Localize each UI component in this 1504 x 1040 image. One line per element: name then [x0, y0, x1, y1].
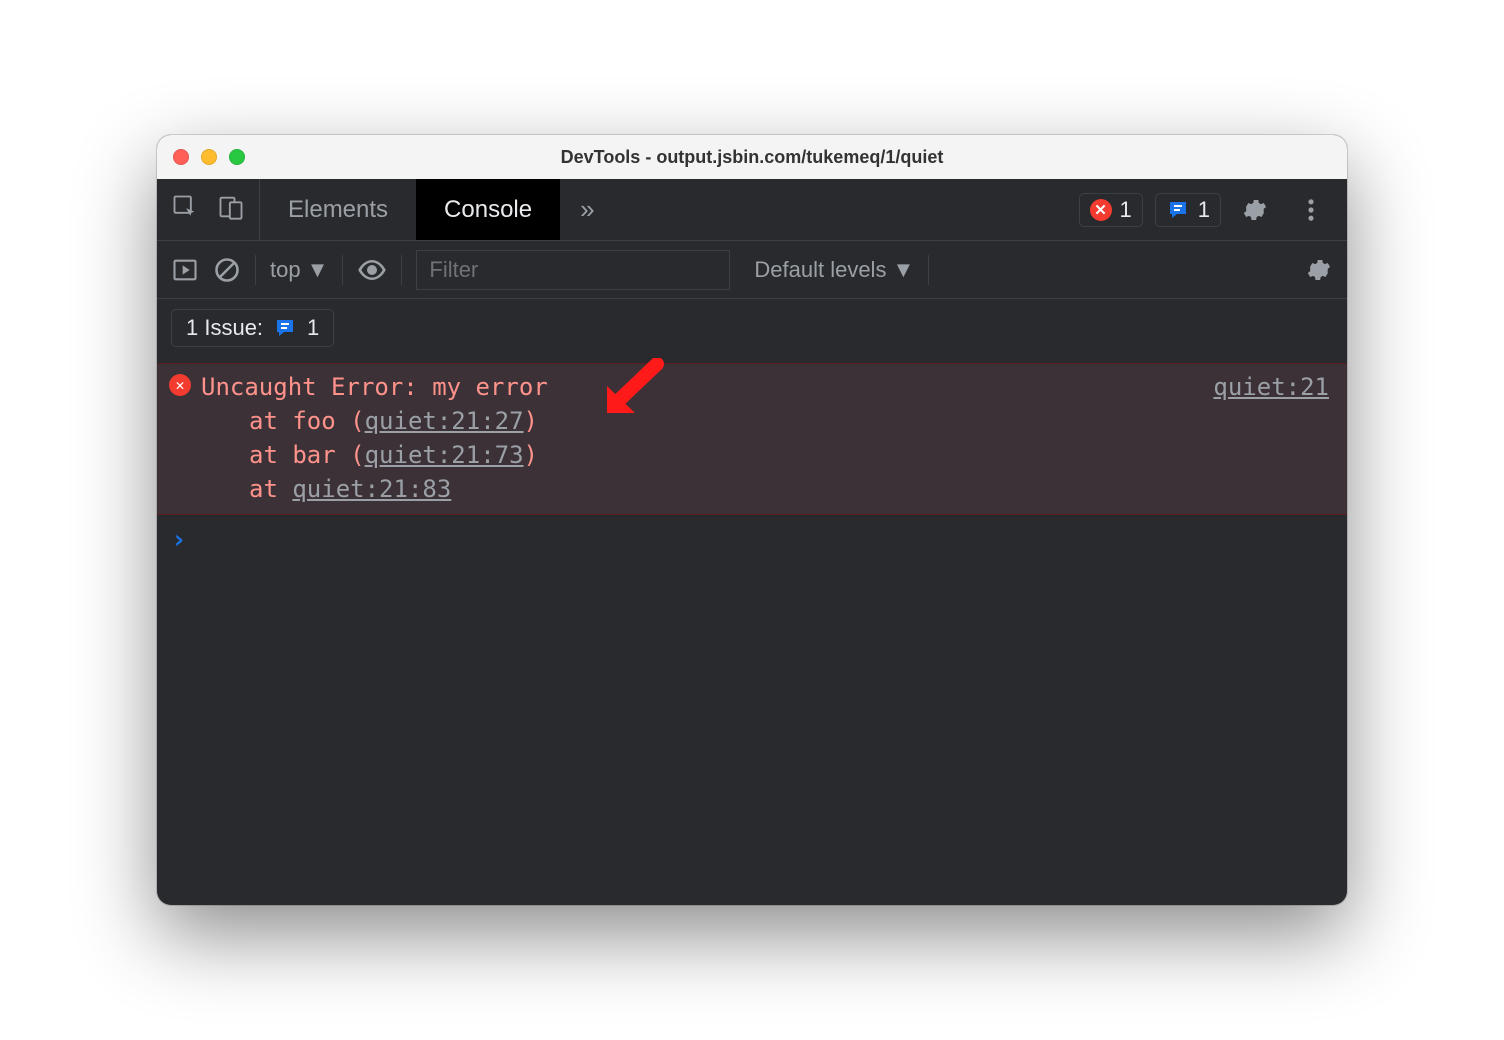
console-prompt[interactable]: ›	[157, 515, 1347, 565]
stack-frame: at foo (quiet:21:27)	[201, 404, 1329, 438]
console-toolbar: top ▼ Default levels ▼	[157, 241, 1347, 299]
stack-suffix: )	[524, 441, 538, 469]
kebab-icon	[1297, 196, 1325, 224]
stack-link[interactable]: quiet:21:83	[292, 475, 451, 503]
titlebar: DevTools - output.jsbin.com/tukemeq/1/qu…	[157, 135, 1347, 179]
more-tabs-button[interactable]: »	[560, 179, 614, 240]
issue-count-badge-top[interactable]: 1	[1155, 193, 1221, 227]
stack-suffix: )	[524, 407, 538, 435]
issues-badge[interactable]: 1 Issue: 1	[171, 309, 334, 347]
error-icon: ✕	[169, 374, 191, 396]
close-window-button[interactable]	[173, 149, 189, 165]
issue-count-top: 1	[1198, 197, 1210, 223]
devtools-window: DevTools - output.jsbin.com/tukemeq/1/qu…	[157, 135, 1347, 905]
divider	[342, 255, 343, 285]
divider	[255, 255, 256, 285]
issue-icon	[273, 316, 297, 340]
stack-prefix: at foo (	[249, 407, 365, 435]
inspect-tools	[157, 179, 260, 240]
error-count-badge[interactable]: ✕ 1	[1079, 193, 1143, 227]
stack-prefix: at	[249, 475, 292, 503]
issues-count: 1	[307, 315, 319, 341]
devtools-tabstrip: Elements Console » ✕ 1 1	[157, 179, 1347, 241]
issue-icon	[1166, 198, 1190, 222]
error-message: Uncaught Error: my error	[201, 370, 1329, 404]
stack-frame: at quiet:21:83	[201, 472, 1329, 506]
error-source-link[interactable]: quiet:21	[1213, 370, 1329, 404]
more-options-button[interactable]	[1289, 196, 1333, 224]
live-expressions-icon[interactable]	[357, 255, 387, 285]
stack-link[interactable]: quiet:21:27	[365, 407, 524, 435]
context-selector[interactable]: top ▼	[270, 257, 328, 283]
tab-elements[interactable]: Elements	[260, 179, 416, 240]
stack-link[interactable]: quiet:21:73	[365, 441, 524, 469]
levels-label: Default levels	[754, 257, 886, 283]
divider	[401, 255, 402, 285]
console-error-entry: ✕ quiet:21 Uncaught Error: my error at f…	[157, 364, 1347, 515]
window-title: DevTools - output.jsbin.com/tukemeq/1/qu…	[157, 147, 1347, 168]
chevron-down-icon: ▼	[307, 257, 329, 283]
gear-icon	[1305, 256, 1333, 284]
chevron-down-icon: ▼	[892, 257, 914, 283]
divider	[928, 255, 929, 285]
error-content: quiet:21 Uncaught Error: my error at foo…	[201, 370, 1329, 506]
issues-label: 1 Issue:	[186, 315, 263, 341]
stack-frame: at bar (quiet:21:73)	[201, 438, 1329, 472]
toggle-drawer-icon[interactable]	[171, 256, 199, 284]
traffic-lights	[173, 149, 245, 165]
gear-icon	[1241, 196, 1269, 224]
error-count: 1	[1120, 197, 1132, 223]
context-label: top	[270, 257, 301, 283]
minimize-window-button[interactable]	[201, 149, 217, 165]
issues-row: 1 Issue: 1	[157, 299, 1347, 364]
tab-console[interactable]: Console	[416, 179, 560, 240]
settings-button[interactable]	[1233, 196, 1277, 224]
prompt-caret-icon: ›	[171, 525, 187, 555]
inspect-element-icon[interactable]	[171, 193, 199, 226]
console-empty-area[interactable]	[157, 565, 1347, 905]
zoom-window-button[interactable]	[229, 149, 245, 165]
clear-console-icon[interactable]	[213, 256, 241, 284]
stack-prefix: at bar (	[249, 441, 365, 469]
console-settings-button[interactable]	[1305, 256, 1333, 284]
log-levels-selector[interactable]: Default levels ▼	[754, 257, 914, 283]
device-toolbar-icon[interactable]	[217, 193, 245, 226]
main-tabs: Elements Console	[260, 179, 560, 240]
error-icon: ✕	[1090, 199, 1112, 221]
filter-input[interactable]	[416, 250, 730, 290]
